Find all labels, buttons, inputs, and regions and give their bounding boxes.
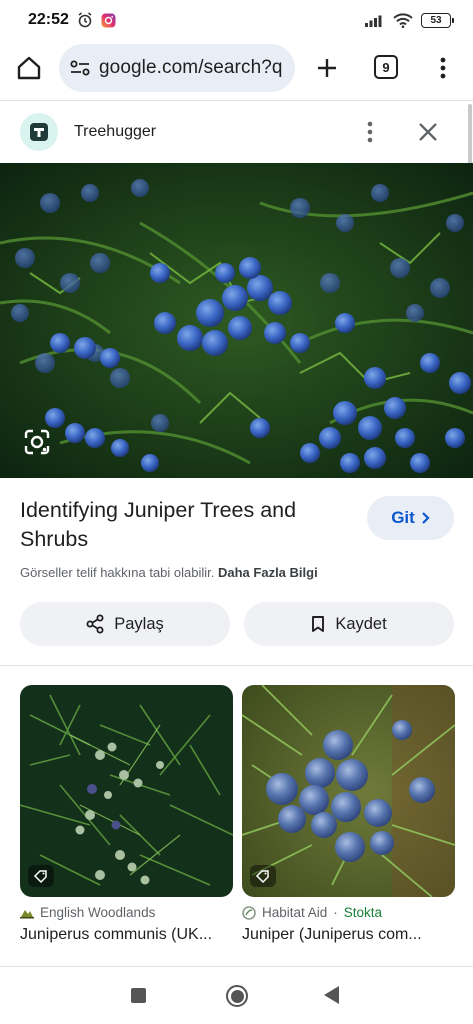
site-favicon[interactable] [20, 113, 58, 151]
save-label: Kaydet [335, 614, 387, 633]
save-button[interactable]: Kaydet [244, 602, 454, 646]
battery-icon: 53 [421, 12, 454, 28]
visit-button[interactable]: Git [367, 496, 454, 540]
source-separator: · [333, 905, 338, 920]
result-image[interactable] [0, 163, 473, 478]
tab-count: 9 [382, 59, 390, 75]
visit-label: Git [391, 508, 415, 527]
related-card[interactable]: English Woodlands Juniperus communis (UK… [20, 685, 233, 944]
battery-level: 53 [430, 14, 442, 26]
related-title[interactable]: Juniperus communis (UK... [20, 926, 233, 944]
related-card[interactable]: Habitat Aid · Stokta Juniper (Juniperus … [242, 685, 455, 944]
google-lens-button[interactable] [20, 425, 54, 459]
related-source: Habitat Aid · Stokta [242, 905, 455, 920]
copyright-notice: Görseller telif hakkına tabi olabilir. D… [20, 565, 318, 580]
close-button[interactable] [416, 120, 440, 144]
treehugger-logo-icon [30, 123, 48, 141]
browser-toolbar: google.com/search?q 9 [0, 40, 473, 96]
tab-switcher-button[interactable]: 9 [374, 55, 398, 79]
chevron-right-icon [422, 512, 430, 524]
plus-icon [318, 59, 336, 77]
share-label: Paylaş [114, 614, 164, 633]
new-tab-button[interactable] [312, 53, 342, 83]
address-bar[interactable]: google.com/search?q [59, 44, 295, 92]
result-title[interactable]: Identifying Juniper Trees and Shrubs [20, 496, 350, 554]
recent-apps-button[interactable] [131, 988, 146, 1003]
site-name[interactable]: Treehugger [74, 123, 156, 141]
home-button[interactable] [14, 53, 44, 83]
signal-icon [365, 15, 382, 27]
lens-icon [24, 429, 50, 455]
more-vert-icon [367, 121, 373, 143]
source-header: Treehugger [0, 101, 473, 163]
related-source-name: Habitat Aid [262, 905, 328, 920]
copyright-text: Görseller telif hakkına tabi olabilir. [20, 565, 215, 580]
english-woodlands-favicon-icon [20, 909, 34, 918]
tag-icon [250, 865, 276, 887]
wifi-icon [393, 12, 413, 28]
bookmark-icon [312, 616, 325, 632]
url-text: google.com/search?q [99, 57, 283, 78]
back-button[interactable] [324, 986, 339, 1004]
juniper-photo [0, 163, 473, 478]
home-nav-button[interactable] [226, 985, 248, 1007]
alarm-icon [78, 12, 92, 28]
learn-more-link[interactable]: Daha Fazla Bilgi [218, 565, 318, 580]
related-image[interactable] [20, 685, 233, 897]
stock-status: Stokta [343, 905, 383, 920]
site-info-icon[interactable] [69, 59, 91, 77]
related-source-name: English Woodlands [40, 905, 156, 920]
related-source: English Woodlands [20, 905, 233, 920]
share-icon [86, 614, 104, 634]
habitat-aid-favicon-icon [242, 905, 256, 920]
related-title[interactable]: Juniper (Juniperus com... [242, 926, 455, 944]
related-image[interactable] [242, 685, 455, 897]
share-button[interactable]: Paylaş [20, 602, 230, 646]
divider [0, 665, 473, 666]
close-icon [419, 123, 437, 141]
more-vert-icon [440, 57, 446, 79]
tag-icon [28, 865, 54, 887]
status-bar: 22:52 53 [0, 0, 473, 40]
clock: 22:52 [28, 11, 69, 28]
system-navigation-bar [0, 967, 473, 1024]
product-tag-badge [250, 865, 276, 887]
browser-menu-button[interactable] [432, 53, 454, 83]
home-icon [17, 56, 41, 80]
instagram-icon [101, 13, 116, 27]
product-tag-badge [28, 865, 54, 887]
result-menu-button[interactable] [362, 119, 378, 145]
